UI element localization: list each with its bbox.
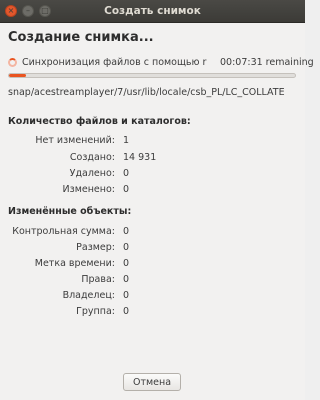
stat-label: Контрольная сумма: xyxy=(12,226,115,237)
stat-label: Удалено: xyxy=(69,168,115,179)
stat-value: 0 xyxy=(123,184,130,195)
stat-value: 0 xyxy=(123,306,130,317)
current-path: snap/acestreamplayer/7/usr/lib/locale/cs… xyxy=(8,87,285,98)
stat-value: 0 xyxy=(123,226,130,237)
stat-row-checksum: Контрольная сумма: 0 xyxy=(0,226,305,238)
dialog-window: × – □ Создать снимок Создание снимка... … xyxy=(0,0,314,400)
stat-row-permissions: Права: 0 xyxy=(0,274,305,286)
stat-label: Размер: xyxy=(76,242,115,253)
stat-row-unchanged: Нет изменений: 1 xyxy=(0,135,305,147)
stat-label: Владелец: xyxy=(62,290,115,301)
time-remaining: 00:07:31 remaining xyxy=(220,57,314,68)
stat-value: 0 xyxy=(123,274,130,285)
stat-row-owner: Владелец: 0 xyxy=(0,290,305,302)
files-section-title: Количество файлов и каталогов: xyxy=(8,116,191,127)
stat-label: Создано: xyxy=(69,152,115,163)
stat-value: 0 xyxy=(123,242,130,253)
stat-value: 0 xyxy=(123,290,130,301)
progress-bar xyxy=(8,73,296,78)
stat-label: Метка времени: xyxy=(34,258,115,269)
status-text: Синхронизация файлов с помощью rsync xyxy=(22,57,207,68)
stat-row-timestamp: Метка времени: 0 xyxy=(0,258,305,270)
progress-fill xyxy=(9,74,27,77)
stat-label: Группа: xyxy=(76,306,115,317)
status-row: Синхронизация файлов с помощью rsync 00:… xyxy=(8,57,314,69)
stat-row-deleted: Удалено: 0 xyxy=(0,168,305,180)
stat-value: 1 xyxy=(123,135,130,146)
page-title: Создание снимка... xyxy=(8,30,154,45)
stat-label: Нет изменений: xyxy=(35,135,115,146)
stat-value: 0 xyxy=(123,168,130,179)
stat-row-group: Группа: 0 xyxy=(0,306,305,318)
spinner-icon xyxy=(8,58,17,67)
stat-label: Права: xyxy=(81,274,115,285)
stat-row-modified: Изменено: 0 xyxy=(0,184,305,196)
window-title: Создать снимок xyxy=(104,5,201,17)
title-bar: × – □ Создать снимок xyxy=(0,0,305,23)
stat-value: 14 931 xyxy=(123,152,157,163)
stat-row-size: Размер: 0 xyxy=(0,242,305,254)
cancel-button[interactable]: Отмена xyxy=(123,373,181,391)
changed-section-title: Изменённые объекты: xyxy=(8,206,132,217)
stat-label: Изменено: xyxy=(62,184,115,195)
stat-row-created: Создано: 14 931 xyxy=(0,152,305,164)
stat-value: 0 xyxy=(123,258,130,269)
